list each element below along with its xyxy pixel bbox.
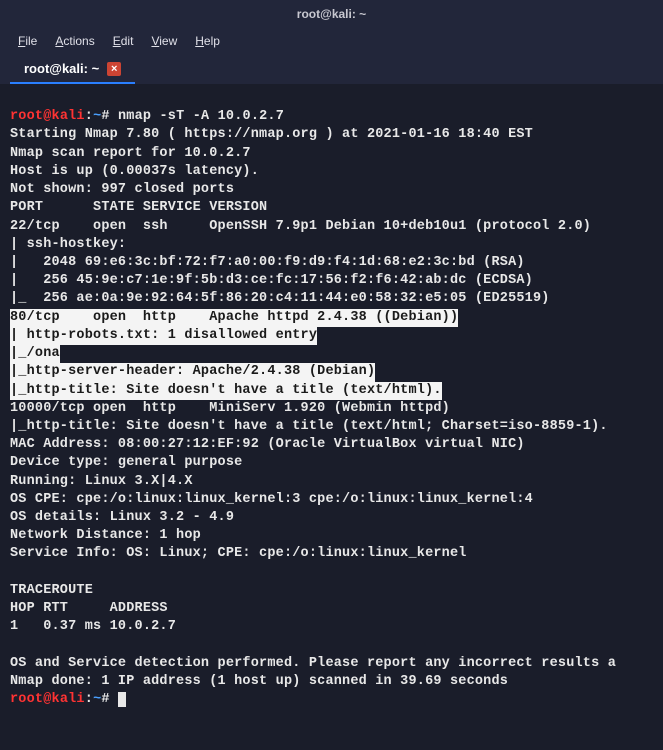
terminal-output[interactable]: root@kali:~# nmap -sT -A 10.0.2.7 Starti…: [0, 84, 663, 715]
output-line: Starting Nmap 7.80 ( https://nmap.org ) …: [10, 127, 533, 142]
output-line: Not shown: 997 closed ports: [10, 182, 234, 197]
output-line: PORT STATE SERVICE VERSION: [10, 200, 267, 215]
prompt-line-1: root@kali:~# nmap -sT -A 10.0.2.7: [10, 109, 284, 124]
prompt-host: kali: [52, 692, 85, 707]
prompt-line-2: root@kali:~#: [10, 692, 126, 707]
output-line: Nmap scan report for 10.0.2.7: [10, 146, 251, 161]
menu-view[interactable]: View: [143, 30, 185, 52]
tab-label: root@kali: ~: [24, 61, 99, 76]
menu-edit[interactable]: Edit: [105, 30, 142, 52]
menu-help[interactable]: Help: [187, 30, 228, 52]
prompt-user: root: [10, 109, 43, 124]
output-line: MAC Address: 08:00:27:12:EF:92 (Oracle V…: [10, 437, 525, 452]
cursor-icon: [118, 692, 126, 707]
window-title: root@kali: ~: [297, 7, 366, 21]
prompt-at: @: [43, 692, 51, 707]
output-line: | 256 45:9e:c7:1e:9f:5b:d3:ce:fc:17:56:f…: [10, 273, 533, 288]
menubar: File Actions Edit View Help: [0, 28, 663, 54]
output-line: Host is up (0.00037s latency).: [10, 164, 259, 179]
output-line: Service Info: OS: Linux; CPE: cpe:/o:lin…: [10, 546, 467, 561]
highlighted-line: |_http-server-header: Apache/2.4.38 (Deb…: [10, 363, 375, 381]
prompt-at: @: [43, 109, 51, 124]
menu-actions[interactable]: Actions: [47, 30, 102, 52]
output-line: Running: Linux 3.X|4.X: [10, 474, 193, 489]
prompt-hash: #: [101, 109, 109, 124]
output-line: | ssh-hostkey:: [10, 237, 126, 252]
output-line: | 2048 69:e6:3c:bf:72:f7:a0:00:f9:d9:f4:…: [10, 255, 525, 270]
window-titlebar: root@kali: ~: [0, 0, 663, 28]
prompt-host: kali: [52, 109, 85, 124]
output-line: 10000/tcp open http MiniServ 1.920 (Webm…: [10, 401, 450, 416]
highlighted-line: 80/tcp open http Apache httpd 2.4.38 ((D…: [10, 309, 458, 327]
prompt-user: root: [10, 692, 43, 707]
prompt-colon: :: [85, 109, 93, 124]
output-line: 22/tcp open ssh OpenSSH 7.9p1 Debian 10+…: [10, 219, 591, 234]
output-line: |_http-title: Site doesn't have a title …: [10, 419, 608, 434]
highlighted-line: |_http-title: Site doesn't have a title …: [10, 382, 442, 400]
output-line: OS and Service detection performed. Plea…: [10, 656, 616, 671]
output-line: Device type: general purpose: [10, 455, 242, 470]
highlighted-line: |_/ona: [10, 345, 60, 363]
output-line: TRACEROUTE: [10, 583, 93, 598]
prompt-colon: :: [85, 692, 93, 707]
tabbar: root@kali: ~ ×: [0, 54, 663, 84]
output-line: HOP RTT ADDRESS: [10, 601, 168, 616]
output-line: Nmap done: 1 IP address (1 host up) scan…: [10, 674, 508, 689]
output-line: OS details: Linux 3.2 - 4.9: [10, 510, 234, 525]
tab-terminal-1[interactable]: root@kali: ~ ×: [10, 55, 135, 84]
output-line: Network Distance: 1 hop: [10, 528, 201, 543]
close-icon[interactable]: ×: [107, 62, 121, 76]
output-line: |_ 256 ae:0a:9e:92:64:5f:86:20:c4:11:44:…: [10, 291, 550, 306]
prompt-hash: #: [101, 692, 109, 707]
highlighted-line: | http-robots.txt: 1 disallowed entry: [10, 327, 317, 345]
output-line: 1 0.37 ms 10.0.2.7: [10, 619, 176, 634]
menu-file[interactable]: File: [10, 30, 45, 52]
output-line: OS CPE: cpe:/o:linux:linux_kernel:3 cpe:…: [10, 492, 533, 507]
command-text: nmap -sT -A 10.0.2.7: [118, 109, 284, 124]
